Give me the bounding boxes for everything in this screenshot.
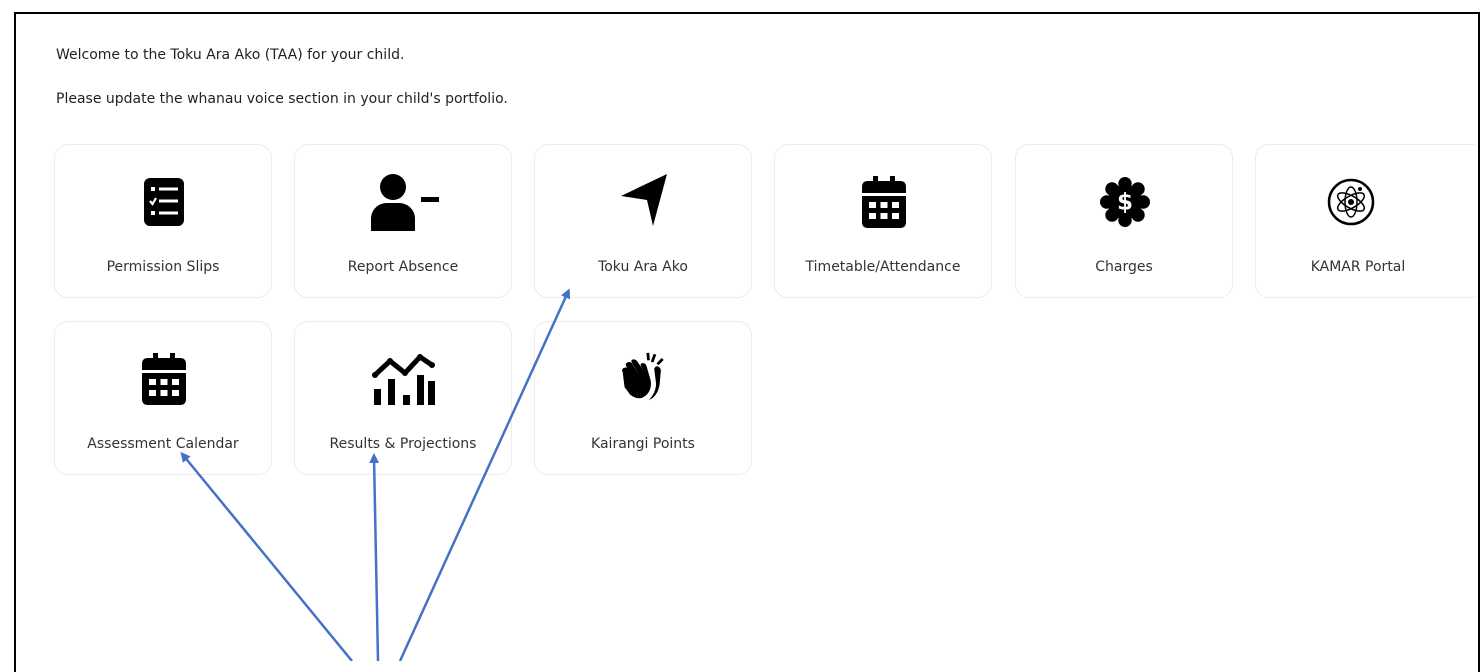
welcome-text: Welcome to the Toku Ara Ako (TAA) for yo… — [56, 47, 405, 63]
svg-text:$: $ — [1117, 190, 1133, 216]
chart-line-icon — [371, 352, 437, 406]
tile-label: Results & Projections — [329, 436, 477, 452]
user-minus-icon — [367, 174, 443, 231]
tile-label: KAMAR Portal — [1310, 259, 1406, 275]
tile-report-absence[interactable]: Report Absence — [294, 144, 512, 298]
tile-label: Permission Slips — [106, 259, 220, 275]
tile-results-projections[interactable]: Results & Projections — [294, 321, 512, 475]
portal-frame: Welcome to the Toku Ara Ako (TAA) for yo… — [14, 12, 1480, 672]
calendar-icon — [859, 175, 909, 229]
checklist-icon — [139, 175, 189, 229]
dollar-badge-icon: $ — [1100, 175, 1150, 229]
tile-label: Toku Ara Ako — [598, 259, 688, 275]
tile-kairangi-points[interactable]: Kairangi Points — [534, 321, 752, 475]
calendar-icon — [139, 352, 189, 406]
tile-assessment-calendar[interactable]: Assessment Calendar — [54, 321, 272, 475]
tile-label: Kairangi Points — [591, 436, 695, 452]
tile-label: Timetable/Attendance — [805, 259, 961, 275]
tile-permission-slips[interactable]: Permission Slips — [54, 144, 272, 298]
tile-timetable-attendance[interactable]: Timetable/Attendance — [774, 144, 992, 298]
kamar-logo-icon — [1326, 175, 1376, 229]
instruction-text: Please update the whanau voice section i… — [56, 91, 508, 107]
tile-kamar-portal[interactable]: KAMAR Portal — [1255, 144, 1478, 298]
tile-label: Charges — [1095, 259, 1153, 275]
tile-toku-ara-ako[interactable]: Toku Ara Ako — [534, 144, 752, 298]
location-arrow-icon — [619, 173, 669, 227]
clapping-hands-icon — [619, 350, 669, 404]
tile-label: Assessment Calendar — [87, 436, 239, 452]
tile-label: Report Absence — [347, 259, 459, 275]
tile-charges[interactable]: $ Charges — [1015, 144, 1233, 298]
